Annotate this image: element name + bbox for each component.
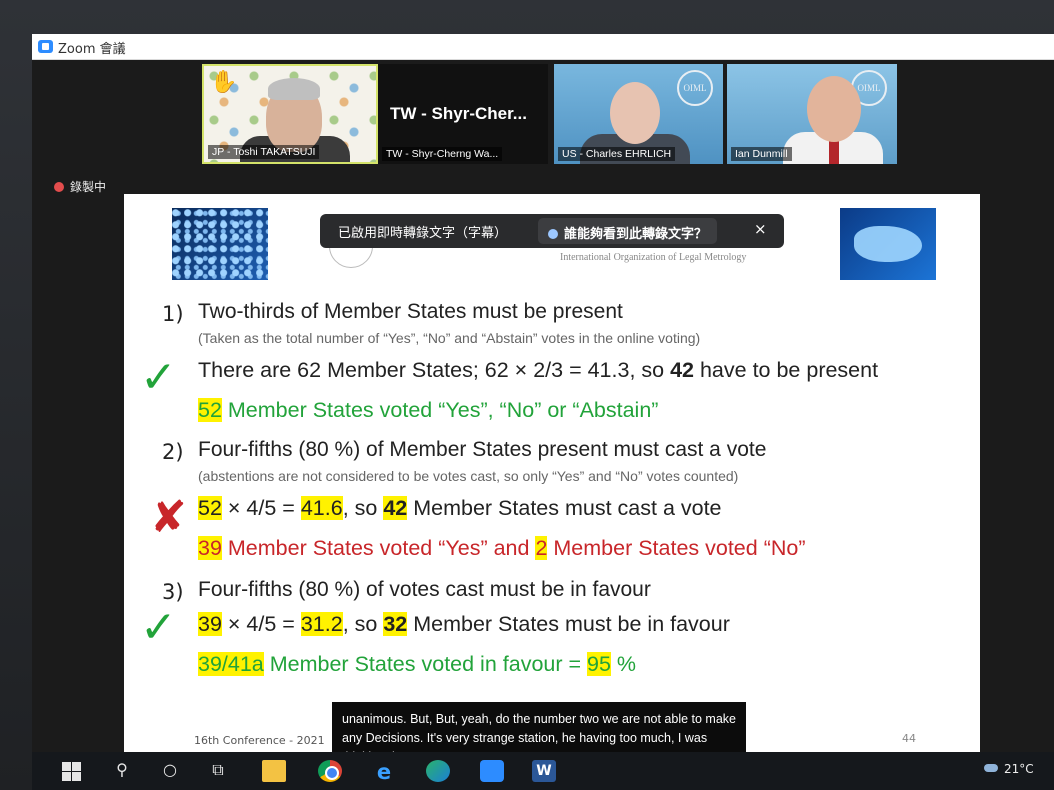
- participant-tile[interactable]: OIML Ian Dunmill: [727, 64, 897, 164]
- highlight-number: 52: [198, 496, 222, 520]
- cloud-icon: [984, 764, 998, 772]
- item-note: (Taken as the total number of “Yes”, “No…: [198, 330, 701, 346]
- highlight-number: 39: [198, 612, 222, 636]
- window-title: Zoom 會議: [58, 42, 126, 57]
- highlight-number: 52: [198, 398, 222, 422]
- highlight-number: 39/41a: [198, 652, 264, 676]
- slide-footer: 16th Conference - 2021: [194, 734, 325, 747]
- banner-text: 已啟用即時轉錄文字（字幕）: [338, 226, 508, 241]
- edge-legacy-icon[interactable]: e: [372, 760, 396, 784]
- search-icon[interactable]: ⚲: [110, 760, 134, 782]
- check-mark-icon: ✓: [140, 602, 177, 653]
- who-can-see-label: 誰能夠看到此轉錄文字？: [564, 227, 708, 242]
- result-text: %: [610, 652, 637, 676]
- windows-start-icon[interactable]: [60, 760, 84, 782]
- world-map-image: [840, 208, 936, 280]
- close-icon[interactable]: ×: [754, 220, 767, 238]
- calc-text: , so: [342, 496, 384, 520]
- participant-video: [610, 82, 660, 144]
- temperature: 21°C: [1004, 762, 1034, 776]
- participant-big-label: TW - Shyr-Cher...: [390, 104, 527, 123]
- zoom-icon[interactable]: [480, 760, 504, 782]
- highlight-number: 2: [535, 536, 548, 560]
- result-line: 52 Member States voted “Yes”, “No” or “A…: [198, 398, 658, 423]
- highlight-number: 32: [383, 612, 408, 636]
- item-heading: Two-thirds of Member States must be pres…: [198, 300, 623, 323]
- person-icon: [548, 229, 558, 239]
- item-heading: Four-fifths (80 %) of Member States pres…: [198, 438, 767, 461]
- participant-name: TW - Shyr-Cherng Wa...: [382, 147, 503, 161]
- calc-text: Member States must cast a vote: [407, 496, 722, 520]
- calc-text: × 4/5 =: [221, 496, 301, 520]
- participant-tile[interactable]: TW - Shyr-Cher... TW - Shyr-Cherng Wa...: [378, 64, 548, 164]
- calc-line: 39 × 4/5 = 31.2, so 32 Member States mus…: [198, 612, 730, 637]
- chrome-icon[interactable]: [318, 760, 342, 782]
- participant-tile[interactable]: ✋ JP - Toshi TAKATSUJI: [202, 64, 378, 164]
- live-transcript-banner: 已啟用即時轉錄文字（字幕） 誰能夠看到此轉錄文字？ ×: [320, 214, 784, 248]
- item-note: (abstentions are not considered to be vo…: [198, 468, 739, 484]
- weather-widget[interactable]: 21°C: [984, 762, 1034, 776]
- calc-text: × 4/5 =: [221, 612, 301, 636]
- raise-hand-icon: ✋: [210, 70, 238, 95]
- calc-line: There are 62 Member States; 62 × 2/3 = 4…: [198, 358, 878, 383]
- item-heading: Four-fifths (80 %) of votes cast must be…: [198, 578, 651, 601]
- recording-label: 錄製中: [70, 180, 107, 194]
- highlight-number: 41.6: [300, 496, 343, 520]
- calc-text: There are 62 Member States; 62 × 2/3 = 4…: [198, 358, 671, 382]
- calc-bold: 42: [670, 358, 694, 382]
- org-name: International Organization of Legal Metr…: [560, 252, 747, 263]
- edge-icon[interactable]: [426, 760, 450, 782]
- item-number: 3): [162, 580, 184, 604]
- participant-name: JP - Toshi TAKATSUJI: [208, 145, 320, 159]
- result-line: 39/41a Member States voted in favour = 9…: [198, 652, 636, 677]
- calc-line: 52 × 4/5 = 41.6, so 42 Member States mus…: [198, 496, 722, 521]
- highlight-number: 42: [383, 496, 408, 520]
- who-can-see-button[interactable]: 誰能夠看到此轉錄文字？: [538, 218, 718, 244]
- file-explorer-icon[interactable]: [262, 760, 286, 782]
- record-dot-icon: [54, 182, 64, 192]
- highlight-number: 39: [198, 536, 222, 560]
- zoom-window: Zoom 會議 ✋ JP - Toshi TAKATSUJI TW - Shyr…: [32, 34, 1054, 768]
- slide-page-number: 44: [902, 732, 916, 745]
- result-text: Member States voted “Yes”, “No” or “Abst…: [221, 398, 659, 422]
- windows-taskbar: ⚲ ○ ⧉ e W 21°C: [32, 752, 1054, 790]
- result-text: Member States voted in favour =: [263, 652, 588, 676]
- cross-mark-icon: ✘: [150, 492, 187, 543]
- shared-slide: International Organization of Legal Metr…: [124, 194, 980, 754]
- participant-video: [807, 76, 861, 142]
- item-number: 1): [162, 302, 184, 326]
- task-view-icon[interactable]: ⧉: [206, 760, 230, 782]
- participant-video: [266, 78, 322, 152]
- meeting-stage: ✋ JP - Toshi TAKATSUJI TW - Shyr-Cher...…: [32, 60, 1054, 768]
- participant-name: Ian Dunmill: [731, 147, 792, 161]
- participant-name: US - Charles EHRLICH: [558, 147, 676, 161]
- highlight-number: 95: [587, 652, 611, 676]
- recording-indicator: 錄製中: [54, 178, 106, 195]
- zoom-app-icon: [38, 40, 53, 53]
- word-icon[interactable]: W: [532, 760, 556, 782]
- cortana-icon[interactable]: ○: [158, 760, 182, 782]
- calc-text: have to be present: [694, 358, 879, 382]
- calc-text: , so: [342, 612, 384, 636]
- result-text: Member States voted “Yes” and: [221, 536, 536, 560]
- result-text: Member States voted “No”: [547, 536, 806, 560]
- window-titlebar: Zoom 會議: [32, 34, 1054, 60]
- calc-text: Member States must be in favour: [407, 612, 730, 636]
- result-line: 39 Member States voted “Yes” and 2 Membe…: [198, 536, 806, 561]
- world-map-icon: [854, 226, 922, 262]
- check-mark-icon: ✓: [140, 352, 177, 403]
- item-number: 2): [162, 440, 184, 464]
- network-image: [172, 208, 268, 280]
- oiml-logo: OIML: [677, 70, 713, 106]
- highlight-number: 31.2: [300, 612, 343, 636]
- participant-tile[interactable]: OIML US - Charles EHRLICH: [554, 64, 723, 164]
